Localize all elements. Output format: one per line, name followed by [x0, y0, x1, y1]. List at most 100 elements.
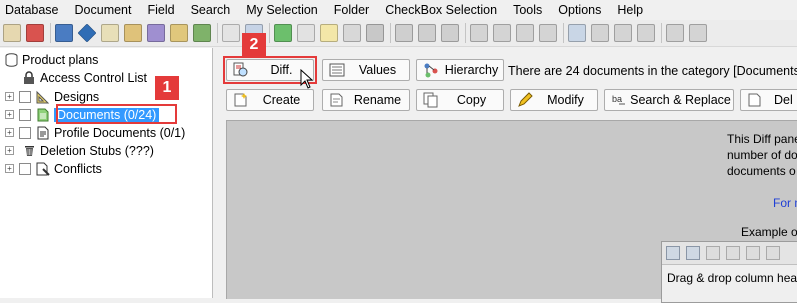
grid-refresh-icon[interactable] [766, 246, 780, 260]
link-icon[interactable] [637, 24, 655, 42]
search-doc-icon[interactable] [101, 24, 119, 42]
doc3-icon[interactable] [591, 24, 609, 42]
hierarchy-button-label: Hierarchy [444, 63, 499, 77]
menu-database[interactable]: Database [0, 0, 67, 20]
expand-icon[interactable]: + [5, 128, 14, 137]
doc2-icon[interactable] [470, 24, 488, 42]
menu-folder[interactable]: Folder [326, 0, 377, 20]
menu-checkbox-selection[interactable]: CheckBox Selection [377, 0, 505, 20]
filter-icon[interactable] [55, 24, 73, 42]
grid-remove-icon[interactable] [726, 246, 740, 260]
dxl-icon[interactable] [297, 24, 315, 42]
expand-icon[interactable]: + [5, 164, 14, 173]
example-grid: Drag & drop column hea [661, 241, 797, 303]
copy-icon[interactable] [343, 24, 361, 42]
delete-button-label: Del [774, 93, 793, 107]
tools-icon[interactable] [441, 24, 459, 42]
expand-icon[interactable]: + [5, 110, 14, 119]
tree-item-acl[interactable]: Access Control List [22, 69, 147, 86]
image-icon[interactable] [568, 24, 586, 42]
diamond-icon[interactable] [77, 23, 97, 43]
tree-item-designs[interactable]: + Designs [5, 88, 99, 105]
hierarchy-button[interactable]: Hierarchy [416, 59, 504, 81]
design-icon [36, 90, 50, 104]
tree-checkbox[interactable] [19, 126, 31, 139]
rename-icon [328, 92, 346, 108]
rename-button[interactable]: Rename [322, 89, 410, 111]
check-icon[interactable] [395, 24, 413, 42]
new-doc-icon[interactable] [320, 24, 338, 42]
menu-field[interactable]: Field [140, 0, 183, 20]
status-text: There are 24 documents in the category [… [508, 64, 797, 78]
tree-checkbox[interactable] [19, 162, 31, 175]
values-button[interactable]: Values [322, 59, 410, 81]
chart-icon[interactable] [539, 24, 557, 42]
delete-icon[interactable] [366, 24, 384, 42]
values-button-label: Values [358, 63, 397, 77]
tree-checkbox[interactable] [19, 90, 31, 103]
toolbar-separator [269, 23, 270, 43]
menu-tools[interactable]: Tools [505, 0, 550, 20]
sign-icon[interactable] [147, 24, 165, 42]
menu-options[interactable]: Options [550, 0, 609, 20]
tree-item-conflicts[interactable]: + Conflicts [5, 160, 102, 177]
info-icon[interactable] [666, 24, 684, 42]
grid-columns-icon[interactable] [686, 246, 700, 260]
tree-item-profile-documents[interactable]: + Profile Documents (0/1) [5, 124, 185, 141]
toolbar-separator [390, 23, 391, 43]
info-link[interactable]: For m [773, 196, 797, 210]
toolbar-separator [217, 23, 218, 43]
step-badge-2: 2 [242, 33, 266, 57]
search2-icon[interactable] [516, 24, 534, 42]
mouse-cursor-icon [300, 69, 314, 89]
menu-my-selection[interactable]: My Selection [238, 0, 326, 20]
search-replace-icon: ba [610, 92, 628, 108]
values-icon [328, 62, 346, 78]
info-line-3: documents o [727, 164, 796, 178]
db-icon[interactable] [3, 24, 21, 42]
calendar-icon[interactable] [222, 24, 240, 42]
refresh-icon[interactable] [26, 24, 44, 42]
search-replace-button-label: Search & Replace [630, 93, 731, 107]
grid-toolbar [662, 242, 797, 265]
grid-move-icon[interactable] [746, 246, 760, 260]
find-icon[interactable] [170, 24, 188, 42]
menu-search[interactable]: Search [183, 0, 239, 20]
copy-button[interactable]: Copy [416, 89, 504, 111]
export-icon[interactable] [193, 24, 211, 42]
conflict-icon [36, 162, 50, 176]
doc4-icon[interactable] [689, 24, 707, 42]
modify-button-label: Modify [547, 93, 584, 107]
edit-icon[interactable] [124, 24, 142, 42]
modify-icon [516, 92, 534, 108]
expand-icon[interactable]: + [5, 92, 14, 101]
menu-document[interactable]: Document [67, 0, 140, 20]
grid-settings-icon[interactable] [666, 246, 680, 260]
hierarchy-icon [422, 62, 440, 78]
copy-icon [422, 92, 440, 108]
tree-checkbox[interactable] [19, 108, 31, 121]
tree-root[interactable]: Product plans [4, 51, 98, 68]
drag-drop-hint: Drag & drop column hea [667, 271, 797, 285]
delete-icon [746, 92, 764, 108]
create-icon [232, 92, 250, 108]
menu-bar: Database Document Field Search My Select… [0, 0, 797, 20]
delete-button[interactable]: Del [740, 89, 797, 111]
diff-info-panel: This Diff pane number of do documents o … [226, 120, 797, 303]
tree-item-deletion-stubs[interactable]: + Deletion Stubs (???) [5, 142, 154, 159]
grid-add-icon[interactable] [706, 246, 720, 260]
arrow-icon[interactable] [274, 24, 292, 42]
tree-item-label: Designs [54, 89, 100, 104]
create-button[interactable]: Create [226, 89, 314, 111]
search-replace-button[interactable]: ba Search & Replace [604, 89, 734, 111]
expand-icon[interactable]: + [5, 146, 14, 155]
modify-button[interactable]: Modify [510, 89, 598, 111]
cross-icon[interactable] [418, 24, 436, 42]
toolbar-separator [465, 23, 466, 43]
document-icon [36, 108, 50, 122]
paint-icon[interactable] [614, 24, 632, 42]
menu-help[interactable]: Help [609, 0, 651, 20]
tree-item-label: Deletion Stubs (???) [40, 143, 154, 158]
trash-icon[interactable] [493, 24, 511, 42]
svg-text:ba: ba [612, 94, 622, 104]
